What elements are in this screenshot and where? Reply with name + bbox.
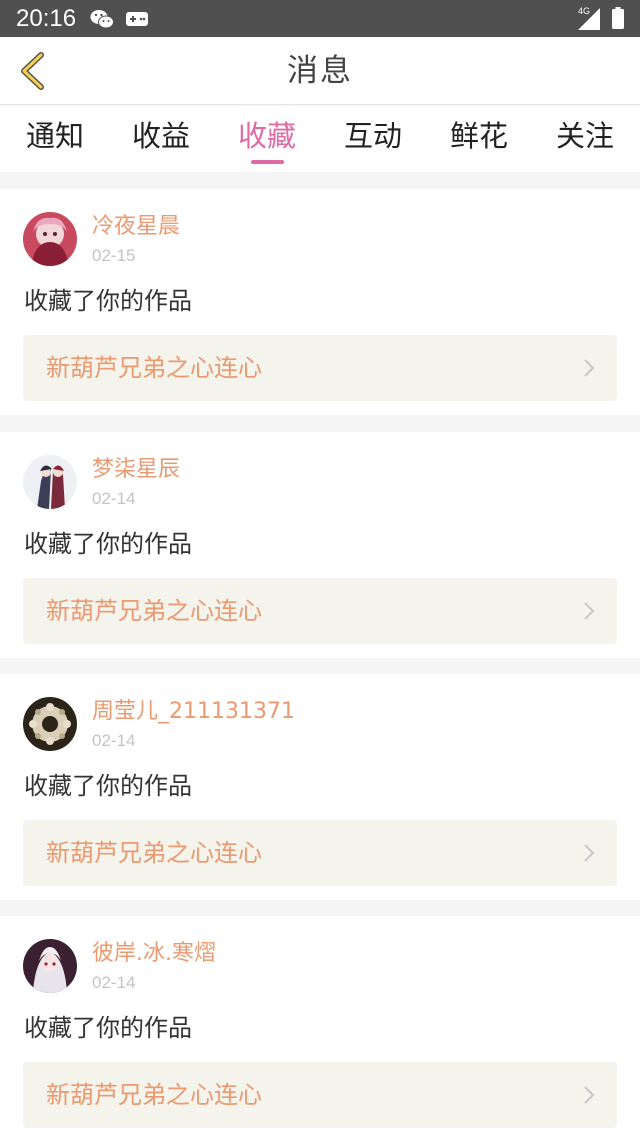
username[interactable]: 彼岸.冰.寒熠: [92, 940, 216, 968]
action-text: 收藏了你的作品: [24, 1014, 192, 1042]
work-link[interactable]: 新葫芦兄弟之心连心: [23, 335, 617, 401]
work-title: 新葫芦兄弟之心连心: [46, 354, 262, 382]
message-card: 周莹儿_211131371 02-14 收藏了你的作品 新葫芦兄弟之心连心: [0, 674, 640, 900]
signal-icon: [578, 8, 600, 30]
message-card: 梦柒星辰 02-14 收藏了你的作品 新葫芦兄弟之心连心: [0, 432, 640, 658]
username[interactable]: 周莹儿_211131371: [92, 698, 295, 726]
action-text: 收藏了你的作品: [24, 772, 192, 800]
avatar[interactable]: [23, 455, 77, 509]
username[interactable]: 梦柒星辰: [92, 456, 180, 484]
chevron-right-icon: [584, 1086, 595, 1104]
message-date: 02-14: [92, 973, 136, 992]
work-title: 新葫芦兄弟之心连心: [46, 597, 262, 625]
page-title: 消息: [287, 53, 353, 89]
chevron-right-icon: [584, 359, 595, 377]
chevron-right-icon: [584, 602, 595, 620]
work-title: 新葫芦兄弟之心连心: [46, 1081, 262, 1109]
action-text: 收藏了你的作品: [24, 530, 192, 558]
tab-interactions[interactable]: 互动: [328, 118, 418, 154]
tab-earnings[interactable]: 收益: [116, 118, 206, 154]
username[interactable]: 冷夜星晨: [92, 213, 180, 241]
status-time: 20:16: [16, 5, 77, 32]
avatar[interactable]: [23, 697, 77, 751]
message-date: 02-15: [92, 246, 136, 265]
action-text: 收藏了你的作品: [24, 287, 192, 315]
status-bar: 20:16 4G: [0, 0, 640, 37]
tab-bar: 通知 收益 收藏 互动 鲜花 关注: [0, 106, 640, 172]
message-card: 彼岸.冰.寒熠 02-14 收藏了你的作品 新葫芦兄弟之心连心: [0, 916, 640, 1138]
battery-icon: [612, 7, 624, 29]
message-date: 02-14: [92, 731, 136, 750]
tab-follows[interactable]: 关注: [540, 118, 630, 154]
gamepad-icon: [126, 12, 148, 26]
avatar[interactable]: [23, 939, 77, 993]
work-link[interactable]: 新葫芦兄弟之心连心: [23, 1062, 617, 1128]
active-tab-indicator: [251, 160, 284, 164]
wechat-icon: [90, 10, 114, 29]
work-title: 新葫芦兄弟之心连心: [46, 839, 262, 867]
tab-notifications[interactable]: 通知: [10, 118, 100, 154]
message-date: 02-14: [92, 489, 136, 508]
tab-favorites[interactable]: 收藏: [222, 118, 312, 154]
work-link[interactable]: 新葫芦兄弟之心连心: [23, 820, 617, 886]
avatar[interactable]: [23, 212, 77, 266]
app-header: 消息: [0, 37, 640, 105]
chevron-right-icon: [584, 844, 595, 862]
message-card: 冷夜星晨 02-15 收藏了你的作品 新葫芦兄弟之心连心: [0, 189, 640, 415]
work-link[interactable]: 新葫芦兄弟之心连心: [23, 578, 617, 644]
tab-flowers[interactable]: 鲜花: [434, 118, 524, 154]
